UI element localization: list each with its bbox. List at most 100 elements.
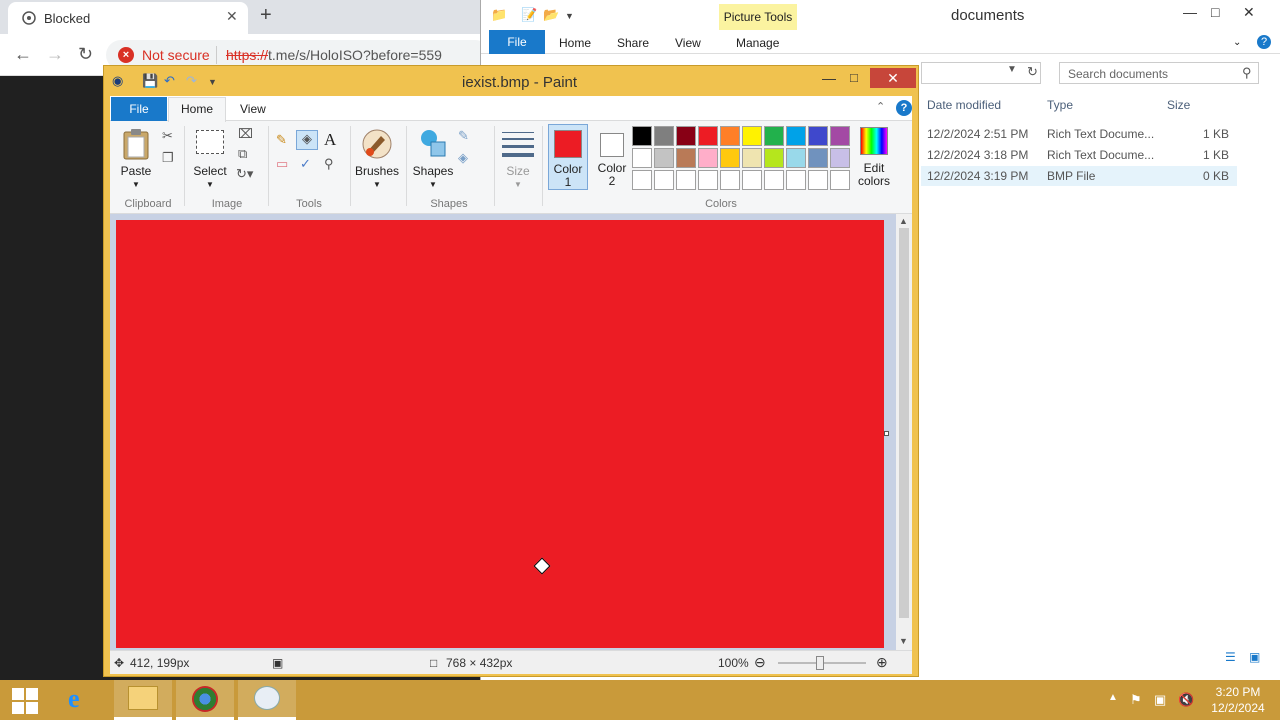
brushes-button[interactable]: Brushes ▼ — [354, 126, 400, 190]
custom-color-slot[interactable] — [786, 170, 806, 190]
resize-icon[interactable]: ⧉ — [238, 146, 247, 162]
drawing-canvas[interactable] — [116, 220, 884, 648]
palette-swatch[interactable] — [808, 148, 828, 168]
paint-app-icon[interactable]: ◉ — [112, 73, 123, 89]
custom-color-slot[interactable] — [742, 170, 762, 190]
palette-swatch[interactable] — [830, 126, 850, 146]
maximize-icon[interactable]: □ — [850, 70, 858, 85]
folder-icon[interactable]: 📁 — [491, 7, 507, 23]
magnifier-icon[interactable]: ⚲ — [324, 156, 334, 172]
file-row[interactable]: 12/2/2024 3:18 PM Rich Text Docume... 1 … — [921, 145, 1237, 165]
taskbar-browser[interactable] — [176, 680, 234, 720]
scroll-down-icon[interactable]: ▼ — [899, 636, 908, 646]
new-folder-icon[interactable]: 📂 — [543, 7, 559, 23]
browser-tab[interactable]: Blocked ✕ — [8, 2, 248, 34]
palette-swatch[interactable] — [632, 126, 652, 146]
palette-swatch[interactable] — [654, 126, 674, 146]
canvas-resize-handle-right[interactable] — [884, 431, 889, 436]
close-tab-icon[interactable]: ✕ — [226, 8, 238, 25]
scroll-up-icon[interactable]: ▲ — [899, 216, 908, 226]
close-icon[interactable]: ✕ — [870, 68, 916, 88]
palette-swatch[interactable] — [786, 126, 806, 146]
start-button[interactable] — [12, 688, 38, 714]
palette-swatch[interactable] — [830, 148, 850, 168]
custom-color-slot[interactable] — [808, 170, 828, 190]
qat-dropdown-icon[interactable]: ▼ — [208, 77, 217, 87]
security-label[interactable]: Not secure — [142, 47, 210, 63]
custom-color-slot[interactable] — [654, 170, 674, 190]
network-icon[interactable]: ▣ — [1154, 692, 1166, 708]
custom-color-slot[interactable] — [764, 170, 784, 190]
zoom-slider-thumb[interactable] — [816, 656, 824, 670]
palette-swatch[interactable] — [654, 148, 674, 168]
ribbon-collapse-icon[interactable]: ⌃ — [876, 100, 885, 113]
column-type[interactable]: Type — [1047, 98, 1073, 112]
file-row[interactable]: 12/2/2024 2:51 PM Rich Text Docume... 1 … — [921, 124, 1237, 144]
taskbar-file-explorer[interactable] — [114, 680, 172, 720]
maximize-icon[interactable]: □ — [1211, 4, 1219, 20]
paste-button[interactable]: Paste ▼ — [116, 126, 156, 190]
palette-swatch[interactable] — [720, 148, 740, 168]
color-picker-icon[interactable]: ✓ — [300, 156, 311, 172]
fill-bucket-icon[interactable]: ◈ — [296, 130, 318, 150]
color1-button[interactable]: Color 1 — [548, 124, 588, 190]
explorer-tab-share[interactable]: Share — [617, 36, 649, 50]
explorer-tab-home[interactable]: Home — [559, 36, 591, 50]
outline-icon[interactable]: ✎ — [458, 128, 469, 144]
paint-tab-file[interactable]: File — [111, 97, 167, 121]
copy-icon[interactable]: ❐ — [162, 150, 174, 166]
minimize-icon[interactable]: — — [1183, 4, 1197, 20]
palette-swatch[interactable] — [742, 126, 762, 146]
volume-muted-icon[interactable]: 🔇 — [1178, 692, 1194, 708]
action-center-flag-icon[interactable]: ⚑ — [1130, 692, 1142, 708]
qat-dropdown-icon[interactable]: ▼ — [565, 11, 574, 21]
palette-swatch[interactable] — [720, 126, 740, 146]
forward-icon[interactable]: → — [46, 44, 64, 65]
explorer-search-field[interactable]: Search documents ⚲ — [1059, 62, 1259, 84]
save-icon[interactable]: 💾 — [142, 73, 158, 89]
custom-color-slot[interactable] — [720, 170, 740, 190]
palette-swatch[interactable] — [764, 126, 784, 146]
show-hidden-icons[interactable]: ▲ — [1108, 692, 1118, 703]
refresh-icon[interactable]: ↻ — [1027, 64, 1038, 80]
close-icon[interactable]: ✕ — [1243, 4, 1255, 21]
palette-swatch[interactable] — [698, 126, 718, 146]
taskbar-paint[interactable] — [238, 680, 296, 720]
vertical-scrollbar[interactable]: ▲ ▼ — [896, 214, 912, 650]
palette-swatch[interactable] — [764, 148, 784, 168]
paint-tab-home[interactable]: Home — [168, 97, 226, 122]
explorer-tab-view[interactable]: View — [675, 36, 701, 50]
ribbon-expand-icon[interactable]: ⌄ — [1233, 37, 1241, 48]
palette-swatch[interactable] — [742, 148, 762, 168]
explorer-tab-manage[interactable]: Manage — [736, 36, 779, 50]
palette-swatch[interactable] — [676, 148, 696, 168]
rotate-icon[interactable]: ↻▾ — [236, 166, 253, 182]
help-icon[interactable]: ? — [1257, 35, 1271, 49]
taskbar-clock[interactable]: 3:20 PM 12/2/2024 — [1206, 684, 1270, 716]
paint-tab-view[interactable]: View — [240, 102, 266, 116]
minimize-icon[interactable]: — — [822, 70, 836, 86]
zoom-out-icon[interactable]: ⊖ — [754, 654, 766, 671]
explorer-address-field[interactable] — [921, 62, 1041, 84]
size-button[interactable]: Size ▼ — [498, 126, 538, 190]
cut-icon[interactable]: ✂ — [162, 128, 173, 144]
custom-color-slot[interactable] — [830, 170, 850, 190]
taskbar-internet-explorer[interactable]: e — [52, 680, 110, 720]
address-dropdown-icon[interactable]: ▼ — [1007, 64, 1017, 75]
crop-icon[interactable]: ⌧ — [238, 126, 253, 142]
palette-swatch[interactable] — [786, 148, 806, 168]
back-icon[interactable]: ← — [14, 44, 32, 65]
select-button[interactable]: Select ▼ — [190, 126, 230, 190]
url-text[interactable]: https://t.me/s/HoloISO?before=559 — [226, 47, 442, 63]
column-date-modified[interactable]: Date modified — [927, 98, 1001, 112]
reload-icon[interactable]: ↻ — [78, 44, 93, 65]
shapes-button[interactable]: Shapes ▼ — [410, 126, 456, 190]
palette-swatch[interactable] — [808, 126, 828, 146]
eraser-icon[interactable]: ▭ — [276, 156, 288, 172]
color2-button[interactable]: Color 2 — [592, 124, 632, 190]
text-tool-icon[interactable]: A — [324, 130, 336, 150]
redo-icon[interactable]: ↷ — [186, 73, 197, 89]
new-tab-button[interactable]: + — [260, 4, 272, 27]
properties-icon[interactable]: 📝 — [521, 7, 537, 23]
large-icons-view-icon[interactable]: ▣ — [1249, 650, 1260, 664]
